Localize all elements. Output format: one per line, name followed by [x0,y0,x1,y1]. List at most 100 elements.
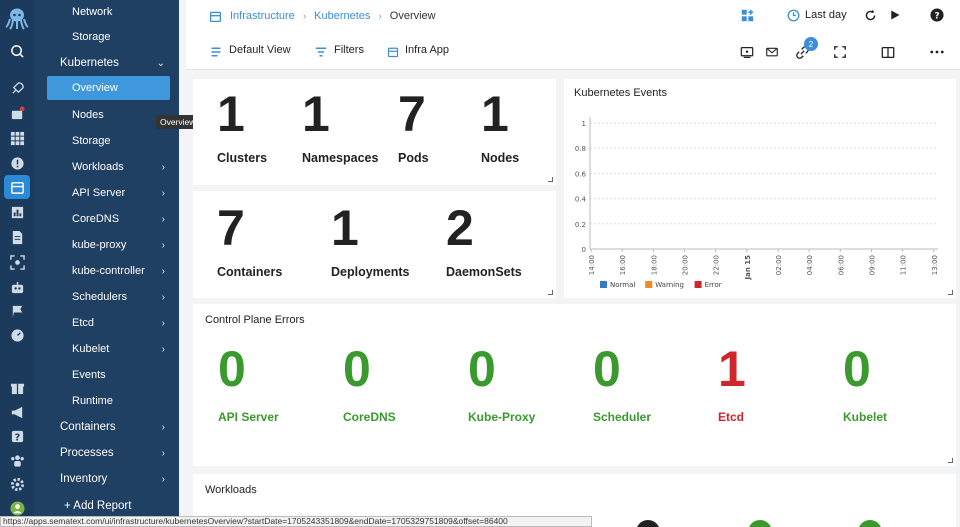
chevron-right-icon: › [161,291,165,303]
fullscreen-icon[interactable] [833,45,847,59]
refresh-icon[interactable] [863,8,877,22]
sidebar-item-api-server[interactable]: API Server › [34,181,179,205]
sidebar-item-kubernetes[interactable]: Kubernetes ⌄ [34,51,179,75]
email-icon[interactable] [765,45,779,59]
play-icon[interactable] [888,8,902,22]
x-tick-label: 11:00 [900,255,908,275]
chevron-down-icon: ⌄ [156,57,165,69]
list-view-icon [209,45,223,59]
filters-button[interactable]: Filters [334,44,364,56]
sidebar-item-events[interactable]: Events [34,363,179,387]
sidebar-item-kube-proxy[interactable]: kube-proxy › [34,233,179,257]
legend-label: Error [705,281,722,289]
sidebar-item-label: Storage [72,31,111,43]
sidebar-item-runtime[interactable]: Runtime [34,389,179,413]
legend-swatch [600,281,607,288]
stat-label: DaemonSets [446,265,522,279]
sidebar-item-storage[interactable]: Storage [34,25,179,49]
icon-rail: ? [0,0,34,527]
sidebar-item-kube-controller[interactable]: kube-controller › [34,259,179,283]
sidebar-item-label: Nodes [72,109,104,121]
widgets-icon[interactable] [740,8,754,22]
megaphone-icon[interactable] [9,404,25,420]
rocket-icon[interactable] [9,80,25,96]
status-bar-url: https://apps.sematext.com/ui/infrastruct… [0,516,592,527]
sidebar-item-schedulers[interactable]: Schedulers › [34,285,179,309]
add-report-button[interactable]: + Add Report [64,500,131,512]
alert-circle-icon[interactable] [9,155,25,171]
apps-grid-icon[interactable] [9,130,25,146]
document-icon[interactable] [9,229,25,245]
breadcrumb-infrastructure[interactable]: Infrastructure [230,10,295,22]
x-tick-label: 02:00 [775,255,783,275]
cpe-label: CoreDNS [343,410,396,424]
control-plane-errors-panel: Control Plane Errors [193,304,956,466]
stat-value: 1 [217,86,245,142]
sidebar-item-k8s-storage[interactable]: Storage [34,129,179,153]
split-view-icon[interactable] [881,45,895,59]
sidebar-item-processes[interactable]: Processes › [34,441,179,465]
clock-icon[interactable] [786,8,800,22]
legend-swatch [694,281,702,288]
resize-handle[interactable] [548,290,553,295]
chevron-right-icon: › [161,447,165,459]
cpe-value: 0 [593,341,621,397]
settings-gear-icon[interactable] [9,476,25,492]
y-tick-label: 0.8 [575,145,586,153]
stat-value: 1 [302,86,330,142]
sidebar-item-label: Inventory [60,473,108,485]
robot-icon[interactable] [9,279,25,295]
dashboard-toolbar: Default View Filters Infra App 2 [186,32,960,70]
breadcrumb-kubernetes[interactable]: Kubernetes [314,10,370,22]
kubernetes-events-panel: Kubernetes Events 1 0.8 0.6 0.4 0.2 0 14:00 16:… [564,79,956,298]
team-icon[interactable] [9,452,25,468]
cpe-label: Scheduler [593,410,652,424]
header-bar: Infrastructure › Kubernetes › Overview L… [186,0,960,32]
sidebar-item-workloads[interactable]: Workloads › [34,155,179,179]
sidebar-item-overview[interactable]: Overview [47,76,170,100]
sidebar-item-label: Containers [60,421,116,433]
svg-text:?: ? [14,432,19,443]
gift-icon[interactable] [9,379,25,395]
sidebar-item-inventory[interactable]: Inventory › [34,467,179,491]
legend-label: Normal [610,281,635,289]
sidebar-item-etcd[interactable]: Etcd › [34,311,179,335]
sidebar-item-label: Kubelet [72,343,110,355]
resize-handle[interactable] [548,177,553,182]
time-range-picker[interactable]: Last day [805,9,847,21]
help-icon[interactable]: ? [9,428,25,444]
more-options-icon[interactable] [930,45,944,59]
dashboard-gauge-icon[interactable] [9,327,25,343]
chevron-right-icon: › [161,187,165,199]
octopus-logo-icon[interactable] [5,6,29,30]
resize-handle[interactable] [948,290,953,295]
events-chart[interactable]: 1 0.8 0.6 0.4 0.2 014:00 16:00 18:00 20:00 22:00 J… [564,79,956,298]
chart-icon[interactable] [9,204,25,220]
sidebar-item-network[interactable]: Network [34,0,179,24]
alerts-icon[interactable] [9,105,25,121]
x-tick-label: 09:00 [868,255,876,275]
chevron-right-icon: › [161,317,165,329]
infrastructure-icon[interactable] [9,179,25,195]
share-screen-icon[interactable] [740,45,754,59]
legend-label: Warning [655,281,684,289]
sidebar-item-containers[interactable]: Containers › [34,415,179,439]
stat-label: Clusters [217,151,268,165]
stats-panel-bottom: 7 Containers 1 Deployments 2 DaemonSets [193,191,556,298]
help-icon[interactable]: ? [930,8,944,22]
x-tick-label: 14:00 [588,255,596,275]
cpe-value: 0 [843,341,871,397]
flag-icon[interactable] [9,303,25,319]
resize-handle[interactable] [948,458,953,463]
sidebar-item-coredns[interactable]: CoreDNS › [34,207,179,231]
stat-value: 1 [331,200,359,256]
scan-icon[interactable] [9,254,25,270]
default-view-button[interactable]: Default View [229,44,291,56]
stats-panel-top: 1 Clusters 1 Namespaces 7 Pods 1 Nodes [193,79,556,185]
chevron-right-icon: › [161,161,165,173]
infra-app-button[interactable]: Infra App [405,44,449,56]
y-tick-label: 0.6 [575,170,587,178]
search-icon[interactable] [9,43,25,59]
user-avatar-icon[interactable] [9,500,25,516]
sidebar-item-kubelet[interactable]: Kubelet › [34,337,179,361]
